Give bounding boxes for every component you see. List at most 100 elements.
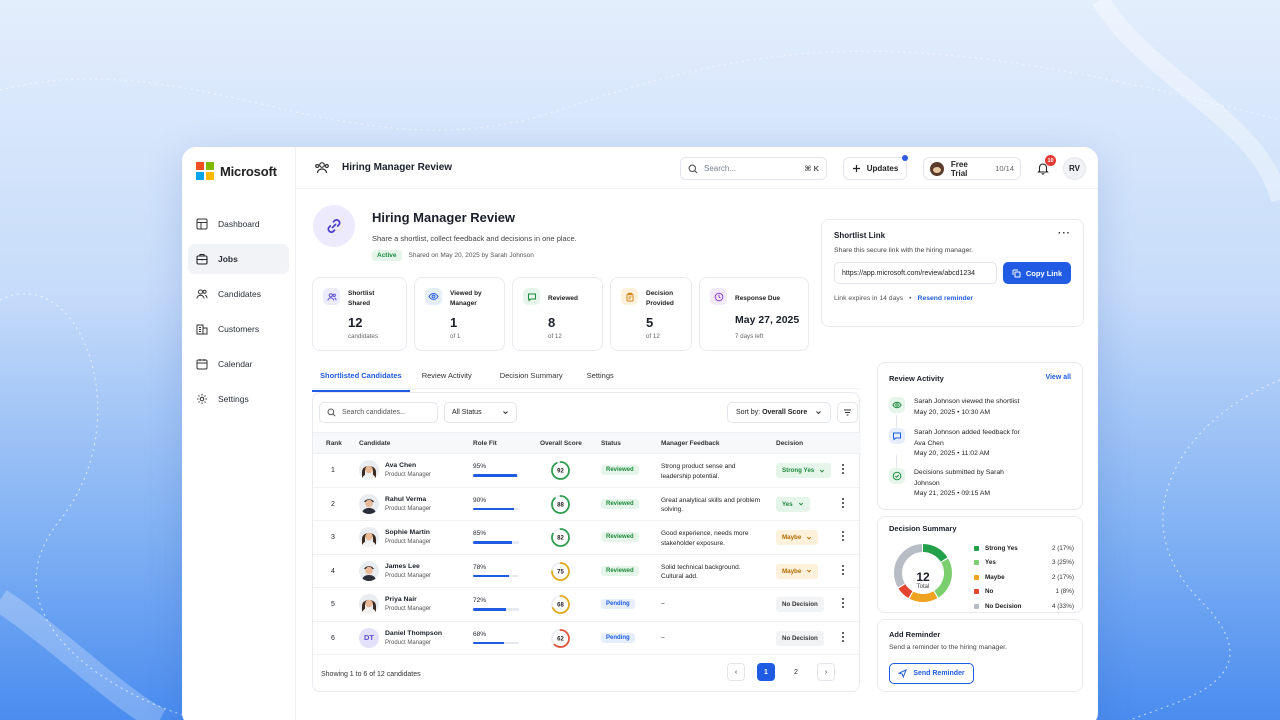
decision-summary-panel: Decision Summary 12 Total Strong Yes 2 (1…	[877, 516, 1083, 613]
sidebar-item-candidates[interactable]: Candidates	[188, 279, 289, 309]
row-more-button[interactable]	[841, 497, 845, 511]
candidate-search-input[interactable]: Search candidates...	[319, 402, 438, 423]
candidate-name[interactable]: Ava Chen	[385, 462, 416, 469]
stat-label: Decision Provided	[646, 290, 674, 307]
column-header[interactable]: Status	[601, 440, 621, 447]
stat-value: 8	[548, 315, 556, 330]
page-button-1[interactable]: 1	[757, 663, 775, 681]
column-header[interactable]: Role Fit	[473, 440, 497, 447]
status-filter-select[interactable]: All Status	[444, 402, 517, 423]
column-header[interactable]: Candidate	[359, 440, 390, 447]
stat-value: May 27, 2025	[735, 314, 800, 326]
table-row[interactable]: 2 Rahul Verma Product Manager 90% 88 Rev…	[313, 488, 861, 521]
table-row[interactable]: 1 Ava Chen Product Manager 95% 92 Review…	[313, 454, 861, 488]
sort-prefix: Sort by:	[736, 409, 761, 416]
decision-select[interactable]: Maybe	[776, 530, 819, 545]
decision-select[interactable]: Yes	[776, 496, 810, 512]
decision-select[interactable]: Maybe	[776, 563, 819, 579]
microsoft-logo-icon	[196, 162, 214, 180]
column-header[interactable]: Manager Feedback	[661, 440, 720, 447]
avatar	[359, 527, 379, 547]
row-more-button[interactable]	[841, 597, 845, 611]
status-badge: Reviewed	[601, 465, 639, 475]
page-button-2[interactable]: 2	[787, 663, 805, 681]
stat-sub: of 12	[548, 333, 562, 340]
overall-score-ring: 88	[550, 494, 571, 515]
sort-select[interactable]: Sort by: Overall Score	[727, 402, 831, 423]
stat-card-decision-provided: Decision Provided 5 of 12	[610, 277, 692, 351]
legend-value: 2 (17%)	[1051, 573, 1074, 581]
more-options-icon[interactable]: ···	[1058, 228, 1071, 239]
status-badge: Pending	[601, 632, 635, 643]
prev-page-button[interactable]: ‹	[727, 663, 745, 681]
column-header[interactable]: Decision	[776, 440, 803, 447]
tab-shortlisted-candidates[interactable]: Shortlisted Candidates	[312, 367, 410, 392]
candidate-name[interactable]: James Lee	[385, 563, 420, 570]
notifications-button[interactable]: 10	[1036, 155, 1056, 175]
sort-lines-icon	[844, 409, 851, 416]
row-more-button[interactable]	[841, 631, 845, 645]
view-all-link[interactable]: View all	[1045, 374, 1071, 381]
resend-reminder-link[interactable]: Resend reminder	[918, 295, 974, 302]
decision-select: No Decision	[776, 630, 824, 646]
rank: 2	[331, 500, 335, 508]
updates-button[interactable]: Updates	[843, 155, 908, 180]
column-header[interactable]: Overall Score	[540, 440, 582, 447]
free-trial-button[interactable]: Free Trial 10/14	[923, 157, 1021, 180]
tab-review-activity[interactable]: Review Activity	[414, 367, 480, 392]
rank: 5	[331, 601, 335, 608]
column-header[interactable]: Rank	[326, 440, 342, 447]
avatar	[359, 594, 379, 614]
sort-order-button[interactable]	[837, 402, 858, 423]
legend-item: No Decision 4 (33%)	[974, 599, 1074, 614]
table-row[interactable]: 3 Sophie Martin Product Manager 85% 82 R…	[313, 521, 861, 555]
chevron-down-icon	[820, 469, 825, 473]
tab-decision-summary[interactable]: Decision Summary	[492, 367, 571, 392]
overall-score-value: 92	[557, 469, 564, 475]
sidebar-item-dashboard[interactable]: Dashboard	[188, 209, 289, 239]
candidate-name[interactable]: Daniel Thompson	[385, 630, 442, 637]
copy-link-button[interactable]: Copy Link	[1003, 262, 1071, 284]
stats-row: Shortlist Shared 12 candidates Viewed by…	[312, 277, 809, 351]
next-page-button[interactable]: ›	[817, 663, 835, 681]
stat-value: 5	[646, 315, 654, 330]
send-reminder-label: Send Reminder	[913, 670, 965, 677]
shortlist-url-field[interactable]: https://app.microsoft.com/review/abcd123…	[834, 262, 997, 284]
sidebar-item-calendar[interactable]: Calendar	[188, 349, 289, 379]
brand-logo[interactable]: Microsoft	[188, 161, 289, 181]
row-more-button[interactable]	[841, 564, 845, 578]
add-reminder-panel: Add Reminder Send a reminder to the hiri…	[877, 619, 1083, 692]
sidebar-item-customers[interactable]: Customers	[188, 314, 289, 344]
candidate-role: Product Manager	[385, 606, 432, 612]
sidebar-item-settings[interactable]: Settings	[188, 384, 289, 414]
stat-label: Reviewed	[548, 295, 578, 302]
sidebar-item-label: Calendar	[218, 359, 253, 369]
overall-score-value: 82	[557, 536, 564, 542]
sidebar-item-label: Jobs	[218, 254, 238, 264]
row-more-button[interactable]	[841, 530, 845, 544]
candidate-name[interactable]: Sophie Martin	[385, 529, 430, 536]
overall-score-ring: 75	[550, 561, 571, 582]
kebab-menu-icon	[842, 598, 844, 608]
page-meta: Active Shared on May 20, 2025 by Sarah J…	[372, 250, 534, 261]
table-row[interactable]: 4 James Lee Product Manager 78% 75 Revie…	[313, 555, 861, 588]
donut-total-label: Total	[916, 584, 930, 590]
status-badge: Reviewed	[601, 498, 639, 509]
sidebar-item-jobs[interactable]: Jobs	[188, 244, 289, 274]
send-reminder-button[interactable]: Send Reminder	[889, 663, 974, 684]
candidate-name[interactable]: Rahul Verma	[385, 496, 426, 503]
kebab-menu-icon	[842, 531, 844, 541]
table-row[interactable]: 6 DT Daniel Thompson Product Manager 68%…	[313, 622, 861, 655]
decision-select[interactable]: Strong Yes	[776, 463, 832, 478]
global-search-input[interactable]: Search... ⌘ K	[680, 157, 827, 180]
activity-item: Decisions submitted by Sarah Johnson May …	[889, 468, 1014, 500]
table-row[interactable]: 5 Priya Nair Product Manager 72% 68 Pend…	[313, 588, 861, 622]
tab-settings[interactable]: Settings	[579, 367, 622, 392]
legend-item: Maybe 2 (17%)	[974, 570, 1074, 585]
activity-time: May 20, 2025 • 10:30 AM	[914, 408, 991, 416]
row-more-button[interactable]	[841, 463, 845, 477]
user-avatar[interactable]: RV	[1063, 157, 1086, 180]
eye-icon	[889, 397, 905, 413]
role-fit-value: 68%	[473, 630, 487, 638]
candidate-name[interactable]: Priya Nair	[385, 596, 417, 603]
